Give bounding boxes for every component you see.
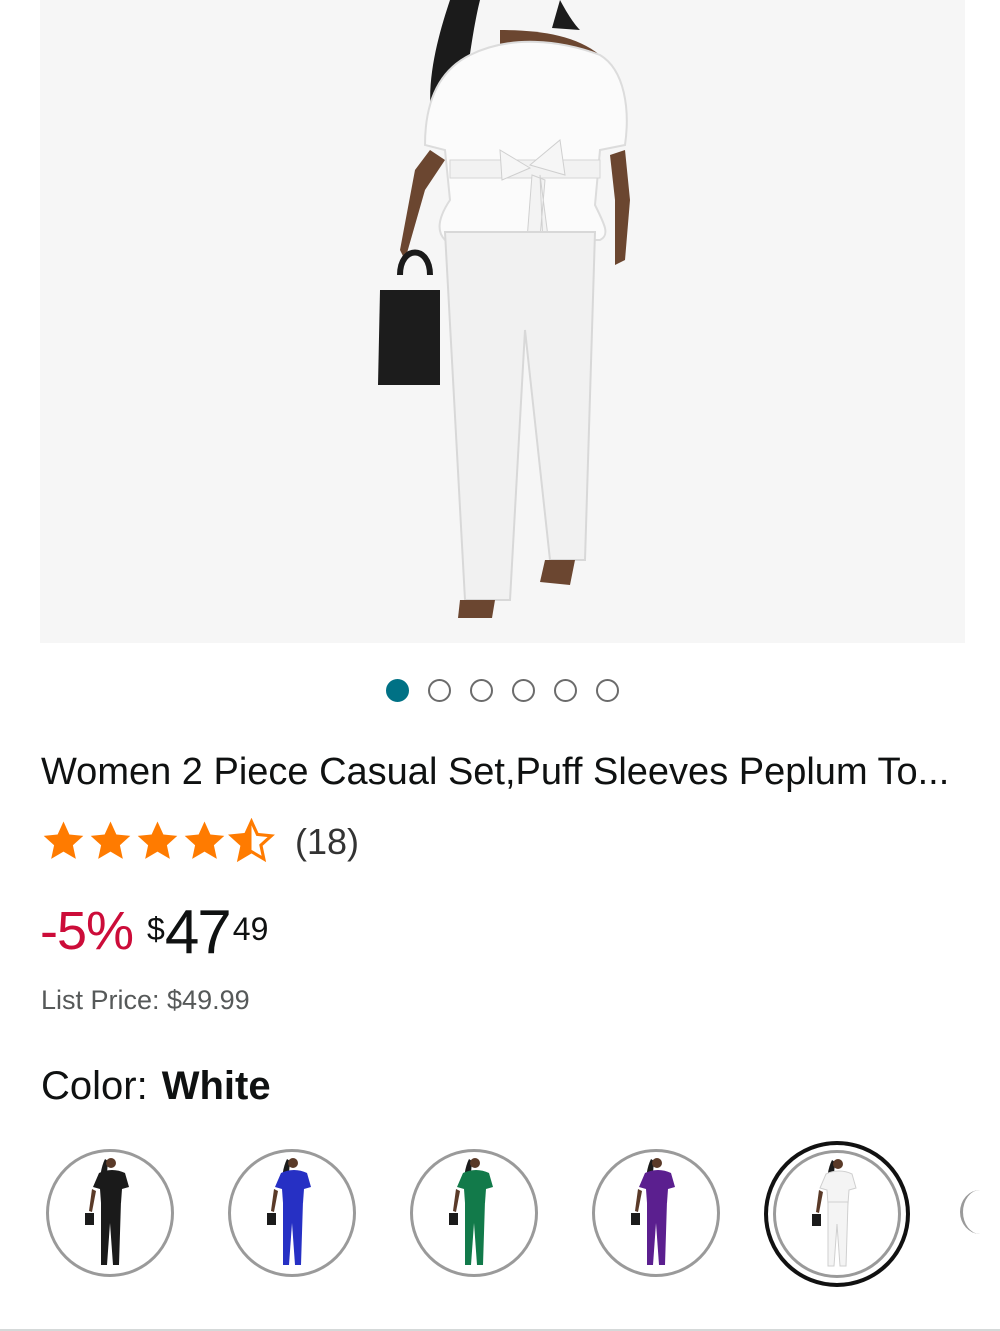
- pagination-dot-6[interactable]: [595, 679, 619, 702]
- rating-row[interactable]: (18): [40, 818, 359, 865]
- color-label: Color:: [41, 1064, 148, 1108]
- swatch-white[interactable]: [764, 1141, 910, 1287]
- swatch-next-partial[interactable]: [960, 1190, 1000, 1234]
- product-page: Women 2 Piece Casual Set,Puff Sleeves Pe…: [0, 0, 1000, 1331]
- pagination-dot-2[interactable]: [427, 679, 451, 702]
- rating-count[interactable]: (18): [295, 821, 359, 863]
- pagination-dot-1[interactable]: [385, 679, 409, 702]
- star-full-icon: [137, 821, 178, 859]
- price-whole: 47: [164, 898, 232, 967]
- swatch-outfit-image: [85, 1158, 129, 1265]
- swatch-outfit-image: [449, 1158, 493, 1265]
- swatch-outfit-image: [631, 1158, 675, 1265]
- product-title[interactable]: Women 2 Piece Casual Set,Puff Sleeves Pe…: [41, 748, 971, 796]
- color-swatches: [46, 1141, 910, 1287]
- price: $ 47 49: [147, 896, 268, 970]
- pagination-dot-5[interactable]: [553, 679, 577, 702]
- product-image[interactable]: [40, 0, 965, 643]
- star-full-icon: [184, 821, 225, 859]
- star-full-icon: [90, 821, 131, 859]
- color-selection-label: Color: White: [41, 1064, 271, 1109]
- model-illustration: [40, 0, 965, 643]
- discount-percent: -5%: [40, 901, 134, 961]
- star-rating: [40, 818, 275, 865]
- image-pagination: [0, 679, 1000, 702]
- pagination-dot-3[interactable]: [469, 679, 493, 702]
- price-row: -5% $ 47 49: [40, 896, 268, 970]
- pagination-dot-4[interactable]: [511, 679, 535, 702]
- swatch-purple[interactable]: [592, 1149, 720, 1277]
- swatch-outfit-image: [267, 1158, 311, 1265]
- swatch-black[interactable]: [46, 1149, 174, 1277]
- swatch-outfit-image: [812, 1159, 857, 1267]
- price-symbol: $: [147, 911, 165, 947]
- swatch-green[interactable]: [410, 1149, 538, 1277]
- star-half-icon: [228, 818, 275, 863]
- swatch-blue[interactable]: [228, 1149, 356, 1277]
- color-selected-value: White: [161, 1064, 271, 1108]
- star-full-icon: [43, 821, 84, 859]
- price-fraction: 49: [232, 911, 269, 947]
- list-price: List Price: $49.99: [41, 985, 250, 1015]
